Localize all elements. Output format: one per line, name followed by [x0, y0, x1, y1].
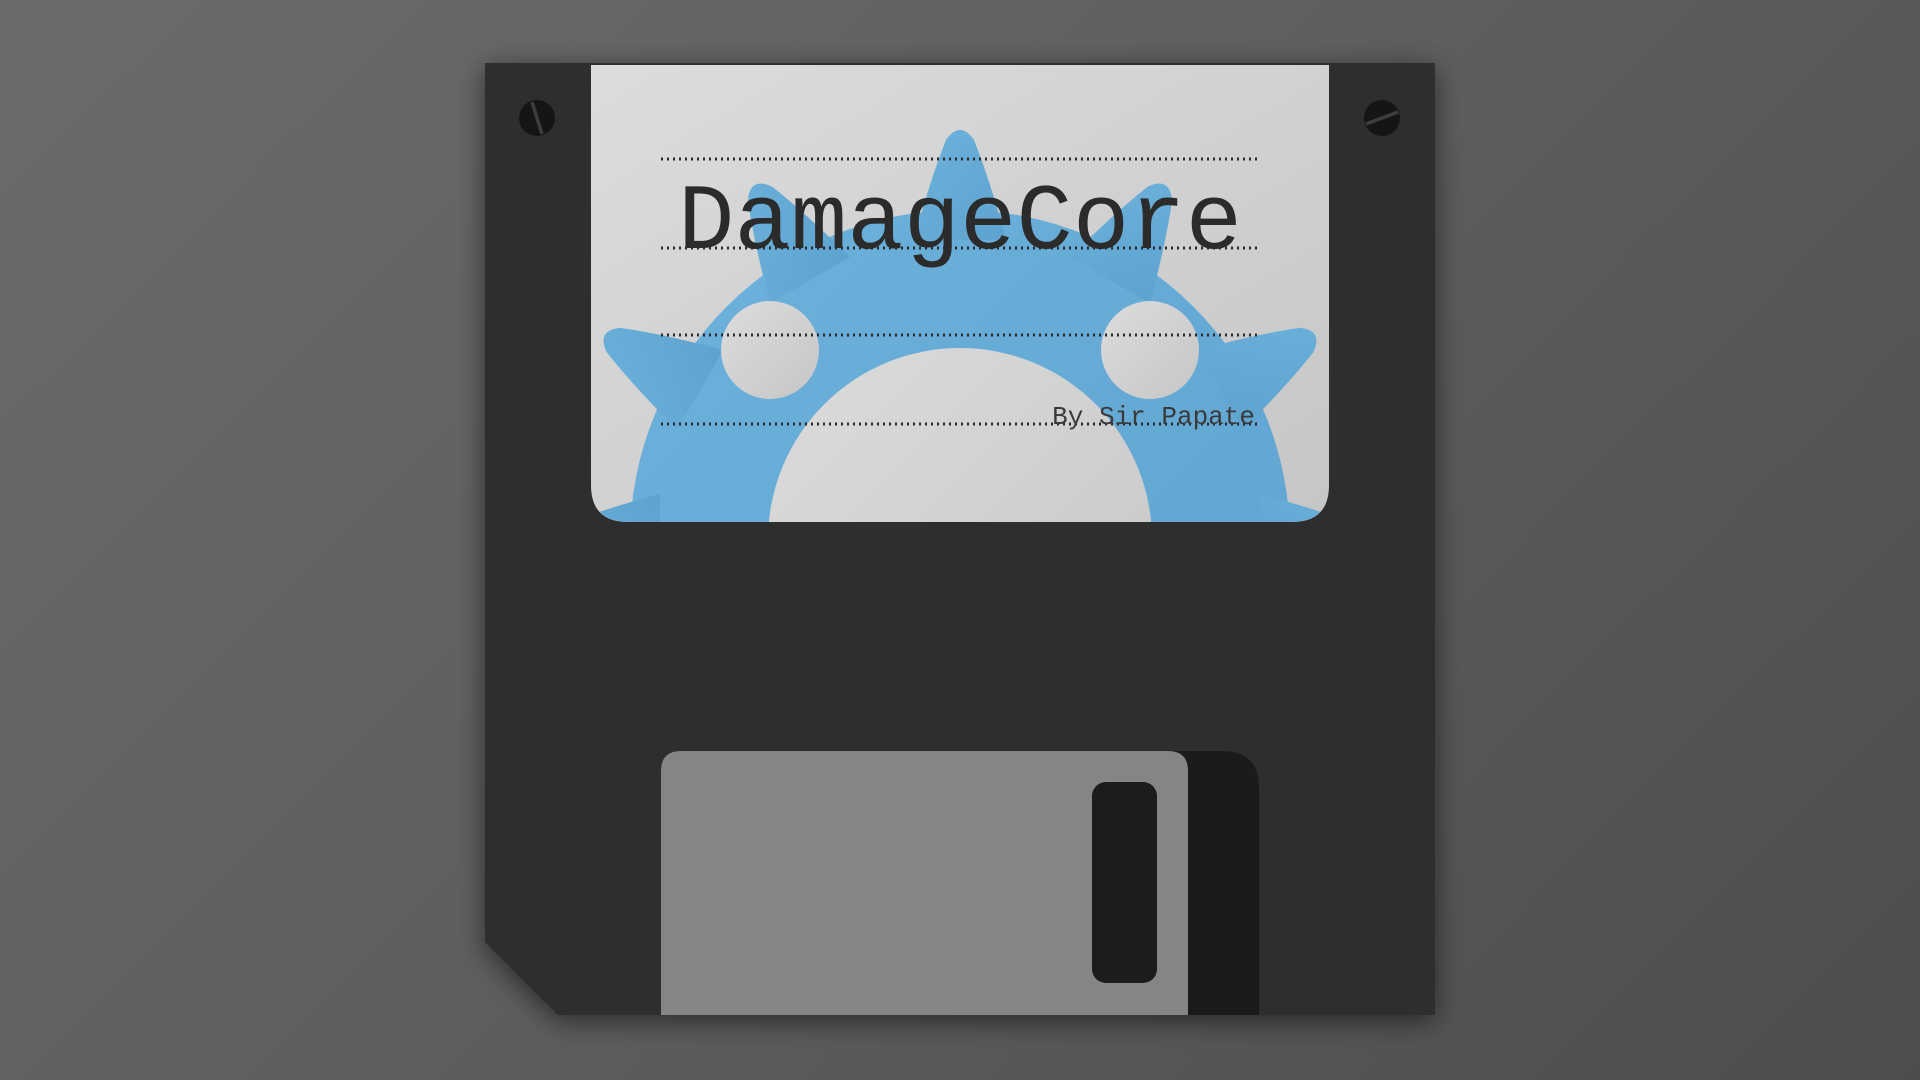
label-title: DamageCore: [678, 171, 1242, 277]
floppy-disk-icon: DamageCore By Sir Papate: [485, 63, 1435, 1015]
disk-shutter: [661, 751, 1259, 1015]
shutter-slot: [1092, 782, 1157, 983]
label-author: By Sir Papate: [1052, 402, 1255, 432]
wallpaper: DamageCore By Sir Papate: [0, 0, 1920, 1080]
screw-right: [1364, 100, 1400, 136]
screw-left: [519, 100, 555, 136]
